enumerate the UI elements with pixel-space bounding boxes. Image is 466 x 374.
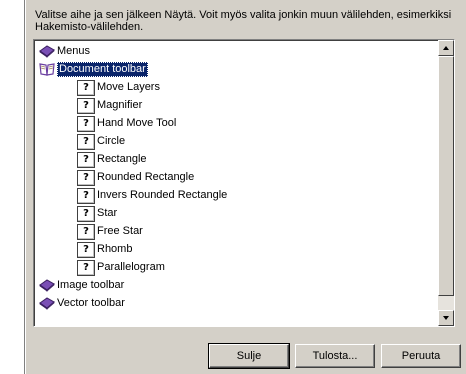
scroll-thumb[interactable] [438,56,454,296]
topic-label: Magnifier [97,99,143,111]
scroll-up-button[interactable] [438,40,454,56]
topic-label: Parallelogram [97,261,165,273]
topic-label: Hand Move Tool [97,117,177,129]
topic-label: Vector toolbar [57,297,125,309]
topic-item[interactable]: ? Magnifier [36,96,436,114]
topic-label: Rectangle [97,153,147,165]
topic-label: Circle [97,135,126,147]
print-button-label: Tulosta... [312,350,358,362]
arrow-up-icon [443,46,449,50]
topic-item[interactable]: ? Hand Move Tool [36,114,436,132]
topic-item[interactable]: ? Circle [36,132,436,150]
cancel-button-label: Peruuta [401,350,441,362]
scroll-down-button[interactable] [438,310,454,326]
help-topic-icon: ? [77,206,95,222]
help-topic-icon: ? [77,134,95,150]
help-topic-icon: ? [77,116,95,132]
topic-label: Star [97,207,118,219]
cancel-button[interactable]: Peruuta [381,344,461,368]
topic-label: Move Layers [97,81,160,93]
topic-item[interactable]: ? Move Layers [36,78,436,96]
help-topic-icon: ? [77,188,95,204]
topic-item[interactable]: Document toolbar [36,60,436,78]
topic-item[interactable]: ? Free Star [36,222,436,240]
help-topics-dialog: Valitse aihe ja sen jälkeen Näytä. Voit … [24,0,466,374]
topic-label: Document toolbar [57,62,148,77]
open-book-icon [39,62,55,76]
topic-label: Menus [57,45,91,57]
closed-book-icon [39,296,55,310]
topic-label: Free Star [97,225,143,237]
help-topic-icon: ? [77,242,95,258]
help-topic-icon: ? [77,170,95,186]
topic-item[interactable]: ? Star [36,204,436,222]
help-topic-icon: ? [77,152,95,168]
arrow-down-icon [443,316,449,320]
closed-book-icon [39,44,55,58]
topic-item[interactable]: ? Invers Rounded Rectangle [36,186,436,204]
topic-item[interactable]: ? Rounded Rectangle [36,168,436,186]
help-topic-icon: ? [77,80,95,96]
topic-label: Invers Rounded Rectangle [97,189,228,201]
close-button-label: Sulje [236,350,262,362]
topic-item[interactable]: ? Rhomb [36,240,436,258]
topics-list: Menus Document toolbar? Move Layers? Magnif… [36,42,436,324]
topic-item[interactable]: Image toolbar [36,276,436,294]
help-topic-icon: ? [77,224,95,240]
print-button[interactable]: Tulosta... [295,344,375,368]
topics-listbox[interactable]: Menus Document toolbar? Move Layers? Magnif… [33,39,455,327]
close-button[interactable]: Sulje [208,343,290,369]
topic-label: Image toolbar [57,279,125,291]
topic-label: Rhomb [97,243,133,255]
help-topic-icon: ? [77,98,95,114]
topic-item[interactable]: ? Parallelogram [36,258,436,276]
topic-item[interactable]: ? Rectangle [36,150,436,168]
topic-item[interactable]: Menus [36,42,436,60]
instructions-text: Valitse aihe ja sen jälkeen Näytä. Voit … [35,9,452,33]
topic-item[interactable]: Vector toolbar [36,294,436,312]
help-topic-icon: ? [77,260,95,276]
topic-label: Rounded Rectangle [97,171,195,183]
closed-book-icon [39,278,55,292]
vertical-scrollbar[interactable] [438,40,454,326]
